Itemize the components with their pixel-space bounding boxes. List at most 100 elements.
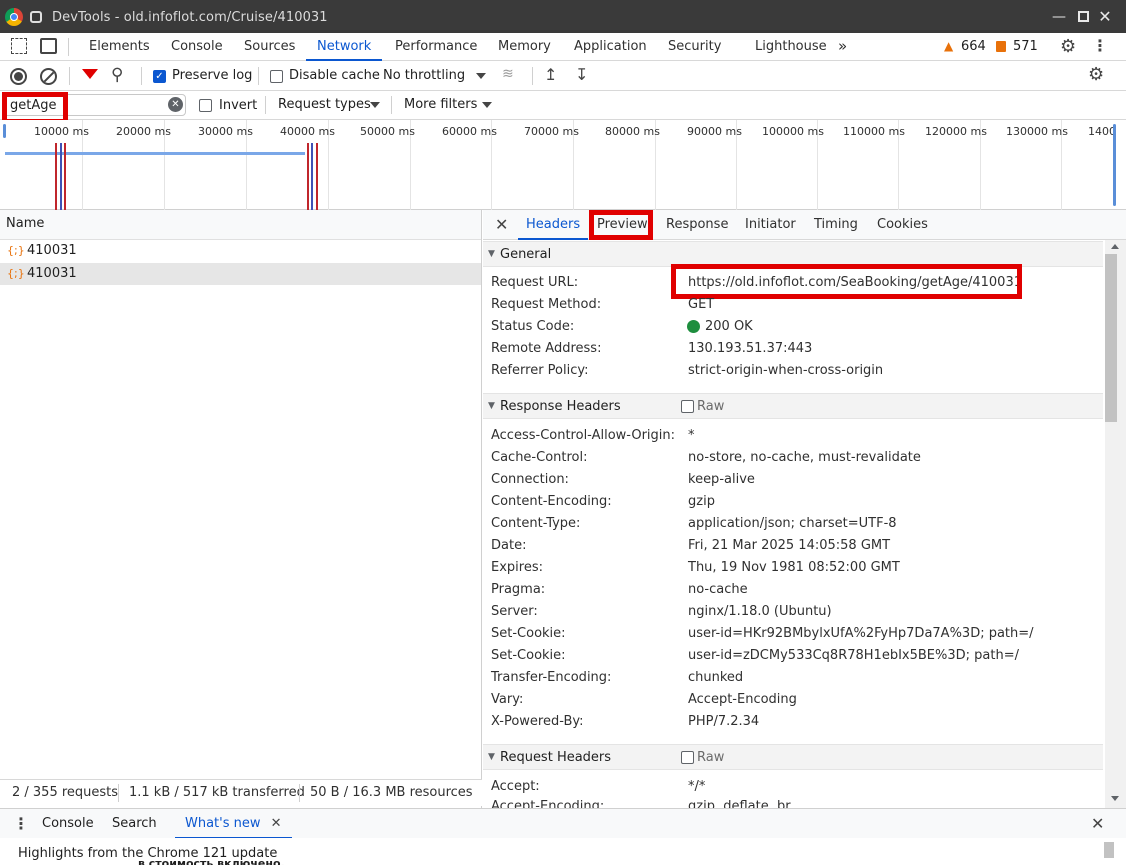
close-drawer-icon[interactable]: ✕ xyxy=(1091,814,1104,833)
response-headers-section-header[interactable]: ▼ Response Headers Raw xyxy=(483,393,1103,419)
tab-headers[interactable]: Headers xyxy=(518,210,589,240)
network-conditions-wifi-icon[interactable]: ≋ xyxy=(502,66,514,82)
chrome-logo-icon xyxy=(5,8,23,26)
tick-label: 50000 ms xyxy=(360,125,415,138)
xhr-brace-icon: {;} xyxy=(7,244,25,257)
drawer-tab-label: What's new xyxy=(185,816,261,831)
tab-network[interactable]: Network xyxy=(306,33,383,61)
section-title: Response Headers xyxy=(500,399,621,414)
close-details-icon[interactable]: ✕ xyxy=(495,215,508,234)
issues-count[interactable]: 571 xyxy=(1013,39,1038,54)
more-tabs-chevron-icon[interactable]: » xyxy=(838,33,847,61)
raw-label[interactable]: Raw xyxy=(697,394,724,419)
header-value: no-store, no-cache, must-revalidate xyxy=(688,450,921,465)
device-toolbar-icon[interactable] xyxy=(40,38,57,54)
resources-size: 50 B / 16.3 MB resources xyxy=(310,785,473,800)
scroll-up-arrow-icon[interactable] xyxy=(1111,244,1119,249)
tab-timing[interactable]: Timing xyxy=(814,210,858,240)
scroll-down-arrow-icon[interactable] xyxy=(1111,796,1119,801)
timeline-marker xyxy=(64,143,66,210)
close-window-button[interactable]: ✕ xyxy=(1097,9,1113,25)
tick-label: 60000 ms xyxy=(442,125,497,138)
request-list-pane: Name {;} 410031 {;} 410031 xyxy=(0,210,482,808)
maximize-button[interactable] xyxy=(1075,9,1091,25)
tab-sources[interactable]: Sources xyxy=(244,33,295,61)
timeline-overview[interactable]: 10000 ms 20000 ms 30000 ms 40000 ms 5000… xyxy=(0,120,1126,210)
status-code-value: 200 OK xyxy=(705,319,753,334)
header-name: Server: xyxy=(491,604,538,619)
network-settings-gear-icon[interactable]: ⚙ xyxy=(1088,64,1104,85)
tab-elements[interactable]: Elements xyxy=(89,33,150,61)
tab-cookies[interactable]: Cookies xyxy=(877,210,928,240)
tab-initiator[interactable]: Initiator xyxy=(745,210,796,240)
timeline-marker xyxy=(316,143,318,210)
header-name: Accept: xyxy=(491,779,540,794)
filter-funnel-icon[interactable] xyxy=(82,69,98,79)
invert-checkbox[interactable] xyxy=(199,99,212,112)
drawer-menu-icon[interactable]: ⋮ xyxy=(13,814,29,833)
header-name: Expires: xyxy=(491,560,543,575)
tab-lighthouse[interactable]: Lighthouse xyxy=(755,33,827,61)
header-name: Request URL: xyxy=(491,275,579,290)
request-name: 410031 xyxy=(27,243,77,258)
request-row[interactable]: {;} 410031 xyxy=(0,240,481,262)
invert-label[interactable]: Invert xyxy=(219,98,257,113)
preserve-log-checkbox[interactable]: ✓ xyxy=(153,70,166,83)
background-page-text: в стоимость включено. xyxy=(138,857,285,865)
more-filters-dropdown[interactable]: More filters xyxy=(404,97,477,112)
header-value: gzip, deflate, br xyxy=(688,800,791,808)
warning-icon[interactable]: ▲ xyxy=(944,39,953,53)
tab-performance[interactable]: Performance xyxy=(395,33,477,61)
more-filters-chevron-icon[interactable] xyxy=(482,102,492,108)
tab-console[interactable]: Console xyxy=(171,33,223,61)
raw-checkbox[interactable] xyxy=(681,751,694,764)
tab-response[interactable]: Response xyxy=(666,210,728,240)
clear-button[interactable] xyxy=(40,68,57,85)
request-types-chevron-icon[interactable] xyxy=(370,102,380,108)
header-value: 130.193.51.37:443 xyxy=(688,341,813,356)
export-har-download-icon[interactable]: ↧ xyxy=(575,65,588,84)
raw-checkbox[interactable] xyxy=(681,400,694,413)
timeline-selection-left-handle[interactable] xyxy=(3,124,6,138)
timeline-activity-bar xyxy=(5,152,305,155)
warnings-count[interactable]: 664 xyxy=(961,39,986,54)
header-value: Thu, 19 Nov 1981 08:52:00 GMT xyxy=(688,560,900,575)
tab-security[interactable]: Security xyxy=(668,33,721,61)
tick-label: 1400 xyxy=(1088,125,1116,138)
throttling-dropdown-icon[interactable] xyxy=(476,73,486,79)
drawer-tab-console[interactable]: Console xyxy=(42,816,94,831)
tab-memory[interactable]: Memory xyxy=(498,33,551,61)
record-button[interactable] xyxy=(10,68,27,85)
timeline-selection-right-handle[interactable] xyxy=(1113,124,1116,206)
import-har-upload-icon[interactable]: ↥ xyxy=(544,65,557,84)
close-tab-icon[interactable]: ✕ xyxy=(271,816,282,831)
settings-gear-icon[interactable]: ⚙ xyxy=(1060,36,1076,57)
issue-flag-icon[interactable] xyxy=(996,41,1006,52)
scrollbar-thumb[interactable] xyxy=(1105,254,1117,422)
request-types-dropdown[interactable]: Request types xyxy=(278,97,371,112)
inspect-element-icon[interactable] xyxy=(11,38,27,54)
minimize-button[interactable]: — xyxy=(1051,9,1067,25)
header-name: Date: xyxy=(491,538,527,553)
tab-application[interactable]: Application xyxy=(574,33,647,61)
drawer-tabs: ⋮ Console Search What's new ✕ ✕ xyxy=(0,808,1126,839)
raw-label[interactable]: Raw xyxy=(697,745,724,770)
details-scrollbar[interactable] xyxy=(1105,240,1126,808)
header-name: Status Code: xyxy=(491,319,575,334)
disable-cache-label[interactable]: Disable cache xyxy=(289,68,380,83)
preserve-log-label[interactable]: Preserve log xyxy=(172,68,252,83)
drawer-scrollbar[interactable] xyxy=(1104,842,1114,858)
search-icon[interactable]: ⚲ xyxy=(111,65,123,85)
more-options-icon[interactable]: ⋮ xyxy=(1092,36,1108,55)
clear-filter-icon[interactable]: ✕ xyxy=(168,97,183,112)
name-column-header[interactable]: Name xyxy=(0,210,481,240)
triangle-down-icon: ▼ xyxy=(488,401,495,411)
request-headers-section-header[interactable]: ▼ Request Headers Raw xyxy=(483,744,1103,770)
drawer-tab-search[interactable]: Search xyxy=(112,816,157,831)
drawer-tab-whats-new[interactable]: What's new ✕ xyxy=(175,809,292,839)
throttling-select[interactable]: No throttling xyxy=(383,68,465,83)
disable-cache-checkbox[interactable] xyxy=(270,70,283,83)
devtools-tabs: Elements Console Sources Network Perform… xyxy=(0,33,1126,61)
request-row-selected[interactable]: {;} 410031 xyxy=(0,263,481,285)
header-value: GET xyxy=(688,297,715,312)
